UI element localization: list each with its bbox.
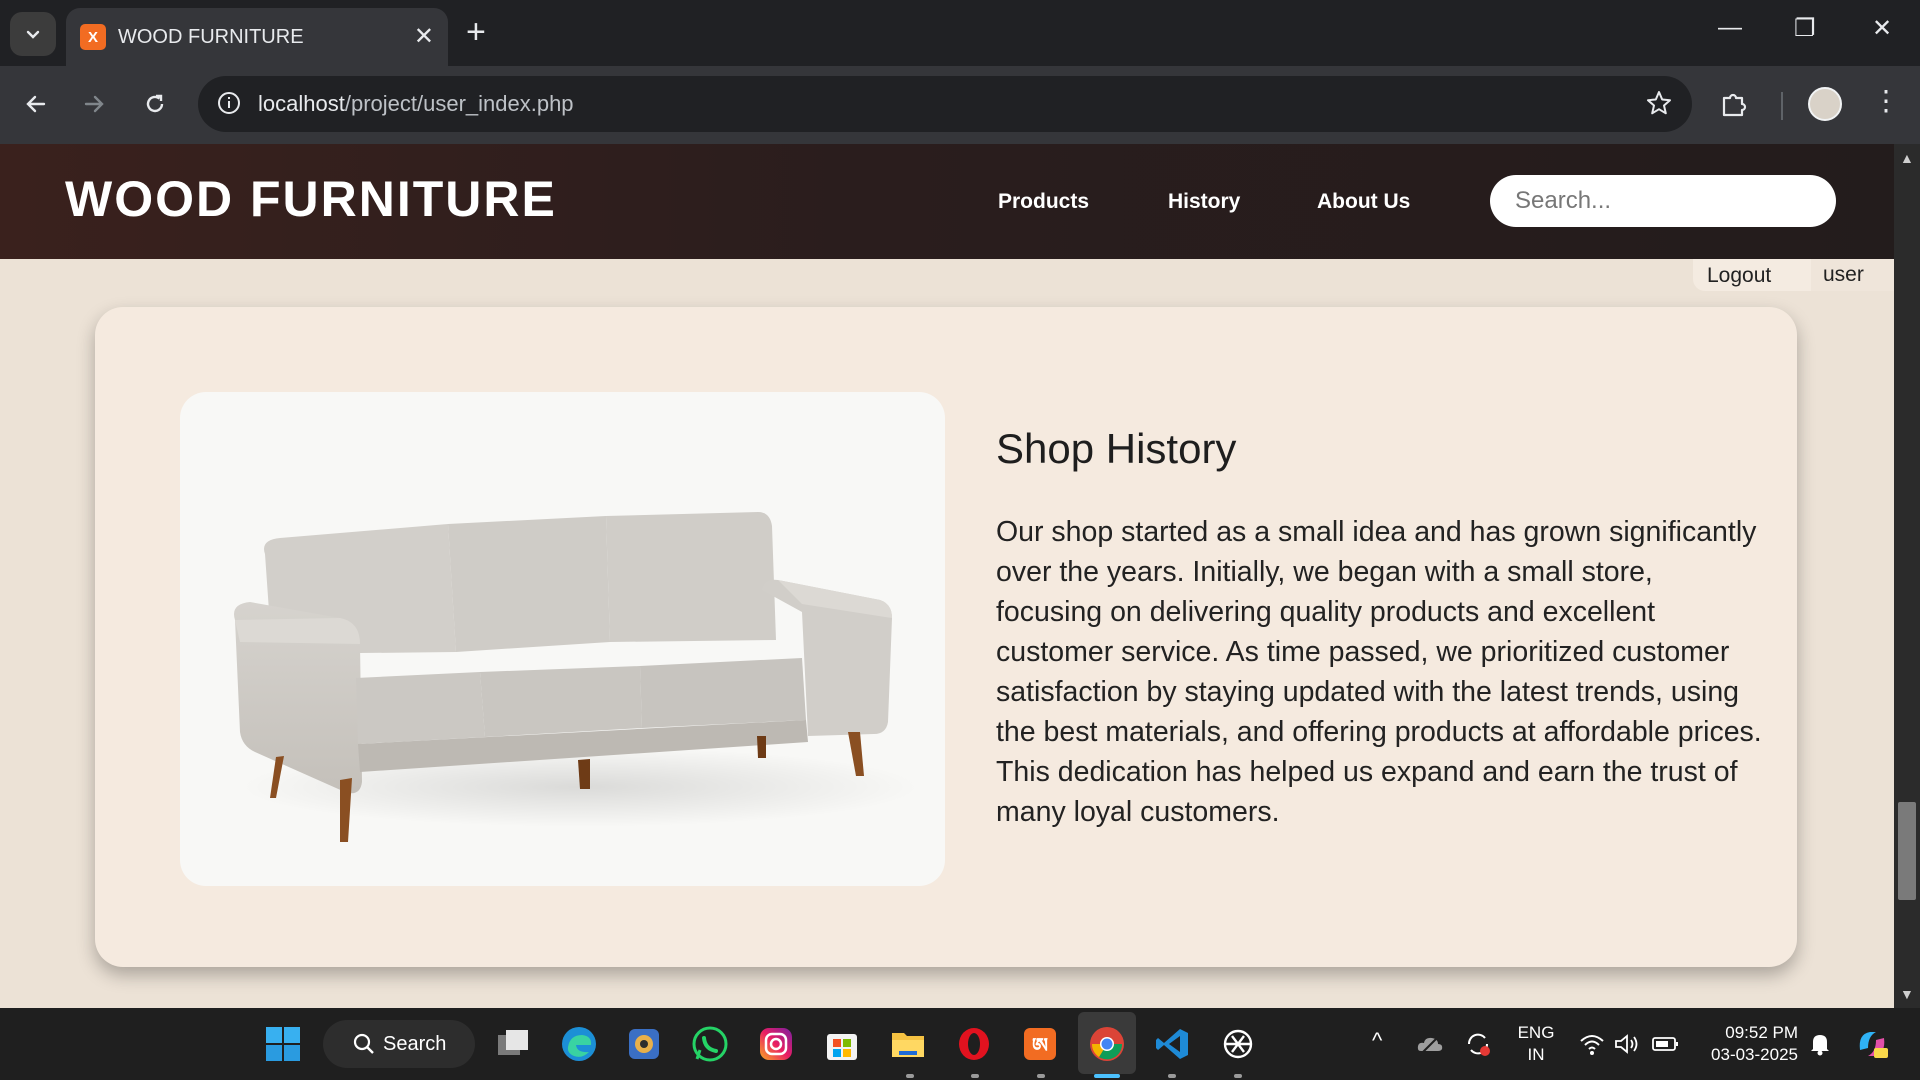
profile-avatar[interactable] [1808, 87, 1842, 121]
battery-icon[interactable] [1645, 1024, 1685, 1064]
start-icon[interactable] [263, 1024, 303, 1064]
language-indicator[interactable]: ENG IN [1514, 1022, 1558, 1066]
whatsapp-icon[interactable] [690, 1024, 730, 1064]
language-code: ENG [1517, 1023, 1555, 1042]
nav-products[interactable]: Products [998, 190, 1089, 214]
site-info-icon[interactable] [216, 90, 242, 116]
instagram-icon[interactable] [756, 1024, 796, 1064]
url-text: localhost/project/user_index.php [258, 91, 574, 117]
bookmark-star-icon[interactable] [1644, 88, 1674, 118]
site-logo[interactable]: WOOD FURNITURE [65, 170, 557, 228]
running-indicator-active [1094, 1074, 1120, 1078]
extensions-puzzle-icon[interactable] [1718, 88, 1750, 120]
chevron-down-icon [26, 30, 40, 39]
region-code: IN [1527, 1045, 1545, 1064]
nav-about-us[interactable]: About Us [1317, 190, 1410, 214]
browser-tab[interactable]: X WOOD FURNITURE ✕ [66, 8, 448, 66]
back-button[interactable] [18, 86, 54, 122]
close-window-icon[interactable]: ✕ [1872, 14, 1892, 43]
onedrive-icon[interactable] [1410, 1024, 1450, 1064]
sync-icon[interactable] [1458, 1024, 1498, 1064]
clock-date: 03-03-2025 [1711, 1045, 1798, 1064]
logout-link[interactable]: Logout [1707, 264, 1771, 288]
xampp-favicon-icon: X [80, 24, 106, 50]
running-indicator [1168, 1074, 1176, 1078]
close-tab-icon[interactable]: ✕ [414, 22, 434, 51]
chatgpt-icon[interactable] [1218, 1024, 1258, 1064]
restore-icon[interactable]: ❐ [1794, 14, 1816, 43]
reload-icon [146, 94, 164, 113]
minimize-icon[interactable]: — [1718, 14, 1742, 42]
svg-text:ཨ: ཨ [1032, 1033, 1048, 1057]
sofa-illustration [234, 512, 920, 842]
tray-overflow-chevron-icon[interactable]: ^ [1372, 1030, 1382, 1052]
history-title: Shop History [996, 425, 1237, 472]
running-indicator [1234, 1074, 1242, 1078]
photos-icon[interactable] [624, 1024, 664, 1064]
chrome-icon[interactable] [1087, 1024, 1127, 1064]
url-host: localhost [258, 91, 345, 116]
running-indicator [1037, 1074, 1045, 1078]
arrow-right-icon [84, 95, 104, 113]
task-view-icon[interactable] [493, 1024, 533, 1064]
site-search-input[interactable] [1490, 175, 1836, 227]
copilot-icon[interactable] [1852, 1024, 1892, 1064]
tab-title: WOOD FURNITURE [118, 26, 304, 48]
store-icon[interactable] [822, 1024, 862, 1064]
nav-history[interactable]: History [1168, 190, 1240, 214]
reload-button[interactable] [137, 86, 173, 122]
tab-search-button[interactable] [10, 12, 56, 56]
xampp-icon[interactable]: ཨ [1020, 1024, 1060, 1064]
running-indicator [906, 1074, 914, 1078]
arrow-left-icon [26, 95, 46, 113]
address-bar[interactable]: localhost/project/user_index.php [198, 76, 1692, 132]
taskbar-search-button[interactable]: Search [323, 1020, 475, 1068]
scrollbar-thumb[interactable] [1898, 802, 1916, 900]
user-bar: Logout user [1693, 259, 1894, 291]
browser-tab-bar: X WOOD FURNITURE ✕ + — ❐ ✕ [0, 0, 1920, 66]
url-path: /project/user_index.php [344, 91, 574, 116]
new-tab-button[interactable]: + [466, 14, 486, 50]
username-label: user [1811, 259, 1894, 291]
clock-time: 09:52 PM [1725, 1023, 1798, 1042]
sofa-image [180, 392, 945, 886]
browser-toolbar: localhost/project/user_index.php ⋮ [0, 66, 1920, 144]
scroll-down-arrow-icon[interactable]: ▼ [1900, 986, 1914, 1002]
browser-menu-icon[interactable]: ⋮ [1872, 84, 1900, 117]
page-viewport: WOOD FURNITURE Products History About Us… [0, 144, 1894, 1008]
shop-history-card: Shop History Our shop started as a small… [95, 307, 1797, 967]
history-paragraph: Our shop started as a small idea and has… [996, 516, 1762, 828]
clock[interactable]: 09:52 PM 03-03-2025 [1694, 1022, 1798, 1066]
file-explorer-icon[interactable] [888, 1024, 928, 1064]
toolbar-divider [1781, 92, 1783, 120]
running-indicator [971, 1074, 979, 1078]
taskbar-search-label: Search [383, 1032, 447, 1055]
volume-icon[interactable] [1606, 1024, 1646, 1064]
scroll-up-arrow-icon[interactable]: ▲ [1900, 150, 1914, 166]
notification-bell-icon[interactable] [1800, 1024, 1840, 1064]
opera-icon[interactable] [954, 1024, 994, 1064]
vscode-icon[interactable] [1152, 1024, 1192, 1064]
edge-icon[interactable] [559, 1024, 599, 1064]
forward-button[interactable] [76, 86, 112, 122]
page-scrollbar[interactable]: ▲ ▼ [1894, 144, 1920, 1008]
search-icon [353, 1033, 374, 1054]
windows-taskbar: Search ཨ ^ ENG IN 09:52 PM 03-03-2025 [0, 1008, 1920, 1080]
site-header: WOOD FURNITURE Products History About Us [0, 144, 1894, 259]
